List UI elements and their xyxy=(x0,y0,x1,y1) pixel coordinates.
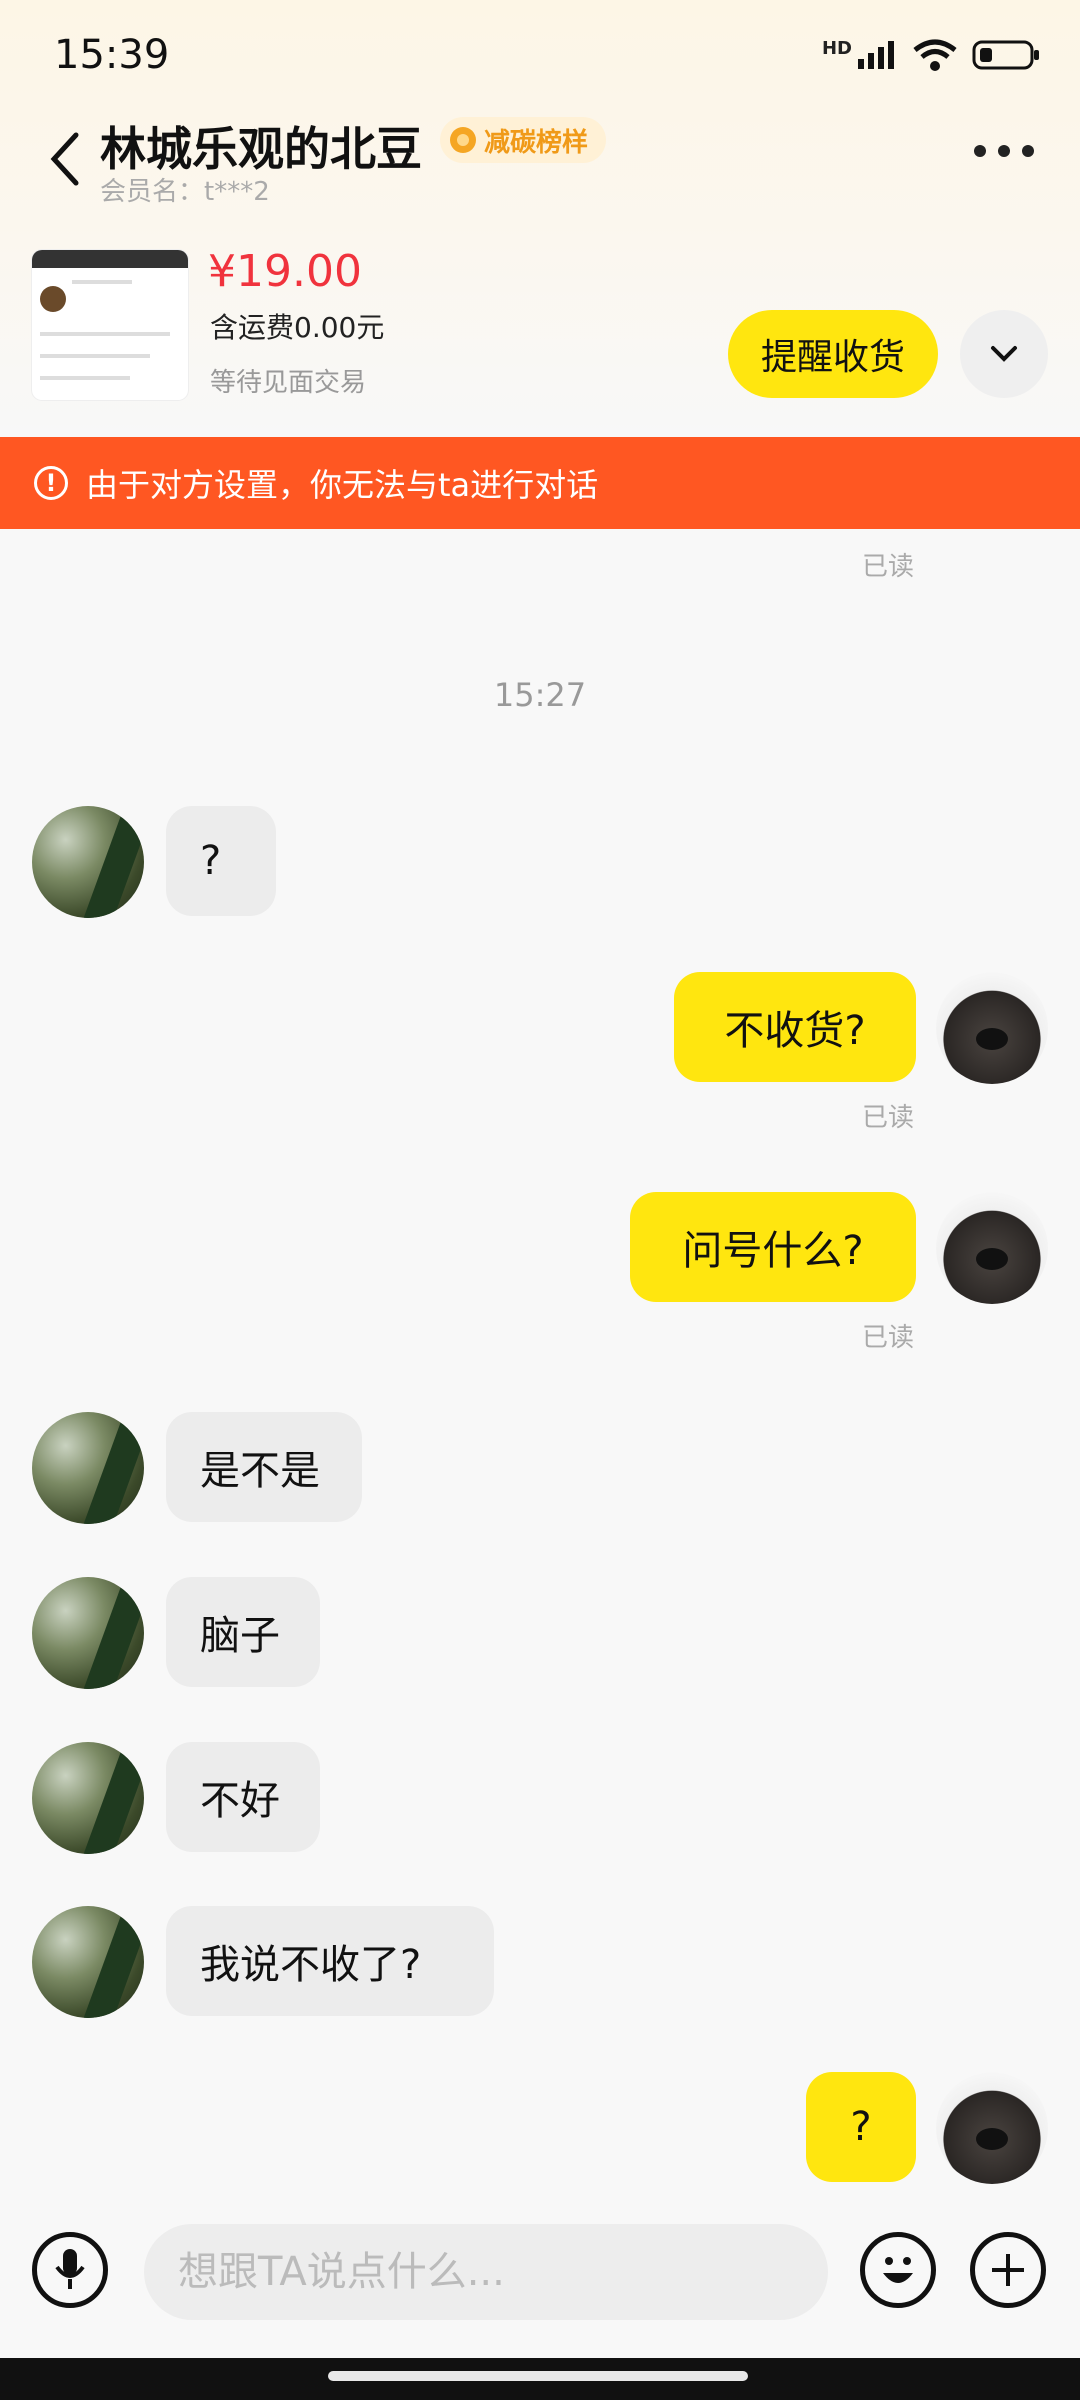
status-icons: HD xyxy=(822,38,1042,72)
product-price: ¥19.00 xyxy=(208,246,362,297)
message-in[interactable]: 我说不收了? xyxy=(166,1906,494,2016)
my-avatar[interactable] xyxy=(936,2072,1048,2184)
clock: 15:39 xyxy=(54,32,170,78)
carbon-badge[interactable]: 减碳榜样 xyxy=(440,117,607,163)
back-icon[interactable] xyxy=(46,129,86,189)
more-icon[interactable] xyxy=(974,145,1034,157)
product-card[interactable]: ¥19.00 含运费0.00元 等待见面交易 提醒收货 xyxy=(0,240,1080,410)
mic-icon[interactable] xyxy=(32,2232,108,2308)
message-out[interactable]: 问号什么? xyxy=(630,1192,916,1302)
signal-icon xyxy=(858,41,894,69)
expand-button[interactable] xyxy=(960,310,1048,398)
order-status: 等待见面交易 xyxy=(210,368,367,398)
home-indicator[interactable] xyxy=(328,2371,748,2381)
shipping-fee: 含运费0.00元 xyxy=(210,311,385,344)
chat-header: 林城乐观的北豆 减碳榜样 会员名：t***2 xyxy=(0,105,1080,215)
message-in[interactable]: ? xyxy=(166,806,276,916)
emoji-icon[interactable] xyxy=(860,2232,936,2308)
message-in[interactable]: 是不是 xyxy=(166,1412,362,1522)
wifi-icon xyxy=(913,39,957,71)
my-avatar[interactable] xyxy=(936,972,1048,1084)
banner-text: 由于对方设置，你无法与ta进行对话 xyxy=(86,466,599,504)
badge-label: 减碳榜样 xyxy=(484,127,589,158)
system-nav-bar xyxy=(0,2358,1080,2400)
contact-avatar[interactable] xyxy=(32,1412,144,1524)
message-in[interactable]: 不好 xyxy=(166,1742,320,1852)
contact-avatar[interactable] xyxy=(32,806,144,918)
leaf-icon xyxy=(450,127,476,153)
status-bar: 15:39 HD xyxy=(0,0,1080,110)
plus-icon[interactable] xyxy=(970,2232,1046,2308)
message-out[interactable]: ? xyxy=(806,2072,916,2182)
remind-receipt-button[interactable]: 提醒收货 xyxy=(728,310,938,398)
battery-icon xyxy=(972,40,1039,70)
product-thumbnail[interactable] xyxy=(32,250,188,400)
blocked-banner: ! 由于对方设置，你无法与ta进行对话 xyxy=(0,437,1080,529)
read-receipt: 已读 xyxy=(862,1323,915,1353)
contact-name[interactable]: 林城乐观的北豆 xyxy=(100,113,422,179)
chevron-down-icon xyxy=(991,346,1017,362)
member-name: 会员名：t***2 xyxy=(100,177,270,207)
alert-icon: ! xyxy=(34,466,68,500)
message-out[interactable]: 不收货? xyxy=(674,972,916,1082)
contact-avatar[interactable] xyxy=(32,1742,144,1854)
input-bar xyxy=(0,2210,1080,2340)
my-avatar[interactable] xyxy=(936,1192,1048,1304)
message-input[interactable] xyxy=(144,2224,828,2320)
message-in[interactable]: 脑子 xyxy=(166,1577,320,1687)
contact-avatar[interactable] xyxy=(32,1577,144,1689)
contact-avatar[interactable] xyxy=(32,1906,144,2018)
hd-label: HD xyxy=(821,38,852,59)
read-receipt: 已读 xyxy=(862,552,915,582)
chat-timestamp: 15:27 xyxy=(493,676,587,714)
read-receipt: 已读 xyxy=(862,1103,915,1133)
